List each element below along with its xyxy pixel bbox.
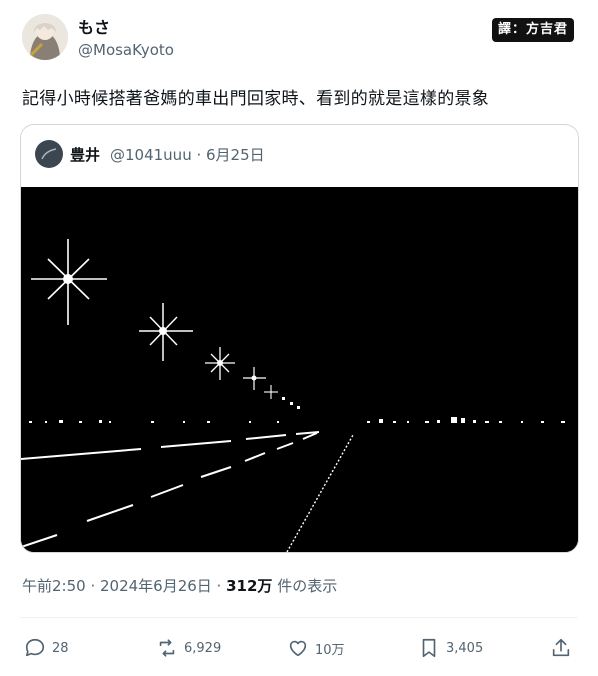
night-highway-image[interactable] xyxy=(21,187,578,552)
like-button[interactable]: 10万 xyxy=(287,636,345,660)
views-label: 件の表示 xyxy=(272,577,338,595)
reply-icon xyxy=(25,638,45,657)
like-count: 10万 xyxy=(315,642,345,658)
repost-icon xyxy=(159,639,175,657)
reply-count: 28 xyxy=(52,640,69,656)
author-avatar[interactable] xyxy=(22,14,68,60)
heart-icon xyxy=(289,640,307,657)
views-count: 312万 xyxy=(226,577,273,595)
quoted-author-name[interactable]: 豊井 xyxy=(70,144,100,165)
tweet-text: 記得小時候搭著爸媽的車出門回家時、看到的就是這樣的景象 xyxy=(22,89,490,109)
share-button[interactable] xyxy=(550,636,572,660)
bookmark-count: 3,405 xyxy=(446,640,484,656)
quoted-tweet-card[interactable]: 豊井 @1041uuu · 6月25日 xyxy=(20,124,579,553)
quoted-author-avatar[interactable] xyxy=(35,140,63,168)
author-display-name[interactable]: もさ xyxy=(78,14,110,38)
quoted-author-meta[interactable]: @1041uuu · 6月25日 xyxy=(110,144,265,165)
divider xyxy=(20,617,578,618)
translator-watermark: 譯：方吉君 xyxy=(491,18,574,42)
timestamp-time-date[interactable]: 午前2:50 · 2024年6月26日 · xyxy=(22,577,226,595)
reply-button[interactable]: 28 xyxy=(24,636,69,660)
repost-button[interactable]: 6,929 xyxy=(156,636,221,660)
bookmark-icon xyxy=(422,638,436,658)
repost-count: 6,929 xyxy=(184,640,222,656)
tweet-timestamp: 午前2:50 · 2024年6月26日 · 312万 件の表示 xyxy=(22,575,337,596)
bookmark-button[interactable]: 3,405 xyxy=(418,636,483,660)
share-icon xyxy=(552,638,570,657)
author-handle[interactable]: @MosaKyoto xyxy=(78,41,174,59)
